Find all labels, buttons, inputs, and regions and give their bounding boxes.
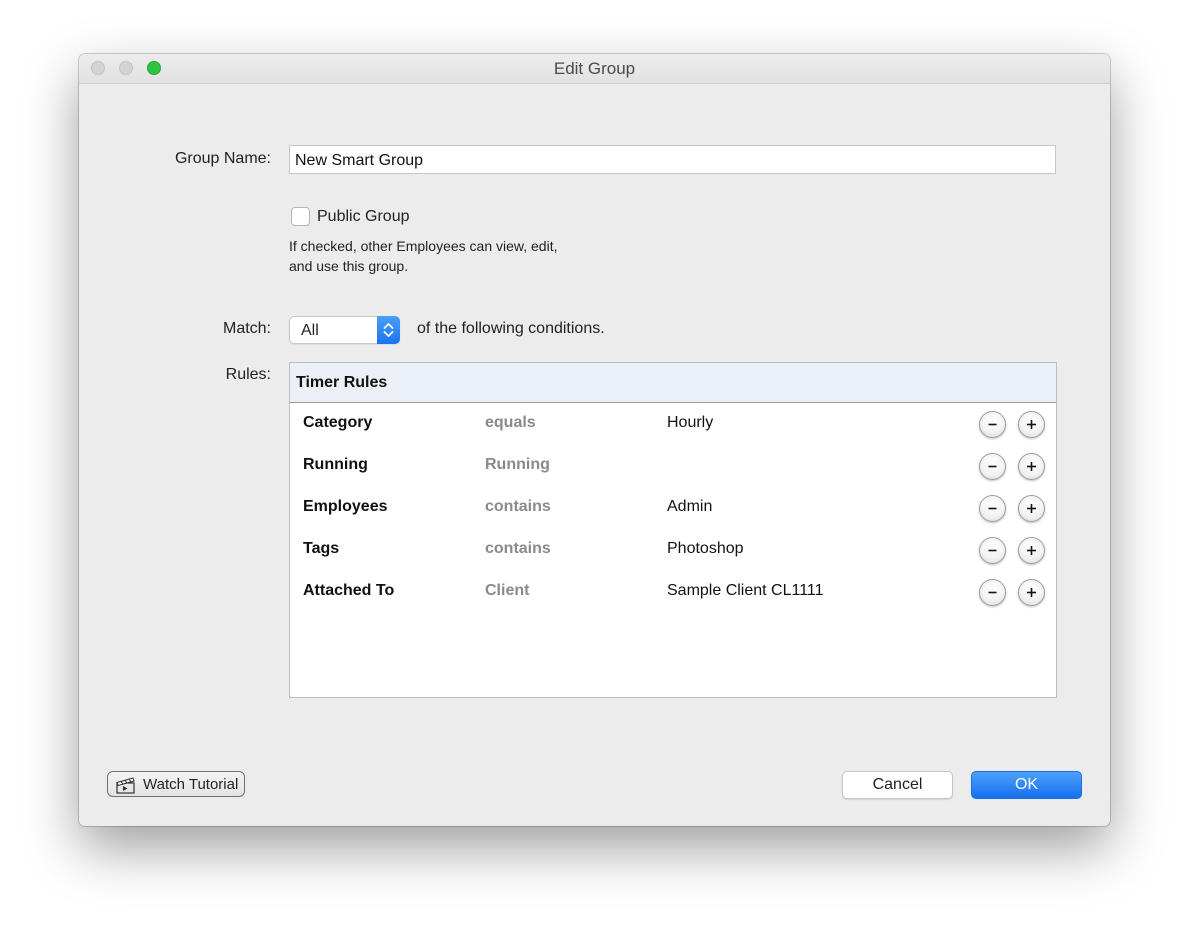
rule-operator[interactable]: contains	[485, 540, 551, 558]
public-group-help-line: and use this group.	[289, 258, 409, 274]
watch-tutorial-button[interactable]: Watch Tutorial	[107, 771, 245, 797]
rule-operator[interactable]: contains	[485, 498, 551, 516]
window-title: Edit Group	[553, 59, 636, 78]
public-group-label[interactable]: Public Group	[317, 208, 410, 226]
up-down-chevron-icon	[377, 316, 400, 344]
match-label: Match:	[222, 320, 271, 337]
rule-field[interactable]: Employees	[303, 498, 387, 516]
remove-rule-button[interactable]	[979, 453, 1006, 480]
edit-group-window: Edit Group Group Name: Public Group If c…	[79, 54, 1110, 826]
add-rule-button[interactable]	[1018, 495, 1045, 522]
plus-icon	[1027, 504, 1036, 513]
rules-editor: Timer Rules Category equals Hourly Runni…	[289, 362, 1057, 698]
plus-icon	[1027, 546, 1036, 555]
rules-label: Rules:	[225, 366, 271, 383]
rule-row: Category equals Hourly	[290, 403, 1056, 445]
match-selected-value: All	[301, 322, 319, 339]
remove-rule-button[interactable]	[979, 579, 1006, 606]
minus-icon	[988, 507, 997, 510]
add-rule-button[interactable]	[1018, 411, 1045, 438]
plus-icon	[1027, 462, 1036, 471]
add-rule-button[interactable]	[1018, 537, 1045, 564]
rules-header: Timer Rules	[290, 363, 1056, 403]
add-rule-button[interactable]	[1018, 579, 1045, 606]
minus-icon	[988, 591, 997, 594]
public-group-help-text: If checked, other Employees can view, ed…	[289, 236, 649, 276]
group-name-label: Group Name:	[174, 150, 271, 167]
public-group-help-line: If checked, other Employees can view, ed…	[289, 238, 558, 254]
match-popup-button[interactable]: All	[289, 316, 400, 344]
clapperboard-icon	[116, 777, 135, 794]
remove-rule-button[interactable]	[979, 495, 1006, 522]
minus-icon	[988, 465, 997, 468]
rules-header-title: Timer Rules	[296, 374, 388, 391]
watch-tutorial-label: Watch Tutorial	[143, 776, 239, 793]
rule-row: Attached To Client Sample Client CL1111	[290, 571, 1056, 613]
title-bar[interactable]: Edit Group	[79, 54, 1110, 84]
rule-operator[interactable]: Client	[485, 582, 529, 600]
rule-row: Employees contains Admin	[290, 487, 1056, 529]
rule-operator[interactable]: equals	[485, 414, 536, 432]
rule-field[interactable]: Running	[303, 456, 368, 474]
cancel-button[interactable]: Cancel	[842, 771, 953, 799]
rule-row: Tags contains Photoshop	[290, 529, 1056, 571]
group-name-input[interactable]	[289, 145, 1056, 174]
plus-icon	[1027, 588, 1036, 597]
public-group-checkbox[interactable]	[291, 207, 310, 226]
minus-icon	[988, 549, 997, 552]
rule-value[interactable]: Sample Client CL1111	[667, 582, 824, 600]
rule-value[interactable]: Photoshop	[667, 540, 744, 558]
match-suffix-text: of the following conditions.	[417, 320, 605, 337]
plus-icon	[1027, 420, 1036, 429]
ok-button[interactable]: OK	[971, 771, 1082, 799]
add-rule-button[interactable]	[1018, 453, 1045, 480]
remove-rule-button[interactable]	[979, 411, 1006, 438]
rule-field[interactable]: Category	[303, 414, 372, 432]
minus-icon	[988, 423, 997, 426]
remove-rule-button[interactable]	[979, 537, 1006, 564]
rule-value[interactable]: Hourly	[667, 414, 713, 432]
rule-row: Running Running	[290, 445, 1056, 487]
rule-operator[interactable]: Running	[485, 456, 550, 474]
rule-field[interactable]: Attached To	[303, 582, 394, 600]
rule-field[interactable]: Tags	[303, 540, 339, 558]
rule-value[interactable]: Admin	[667, 498, 712, 516]
